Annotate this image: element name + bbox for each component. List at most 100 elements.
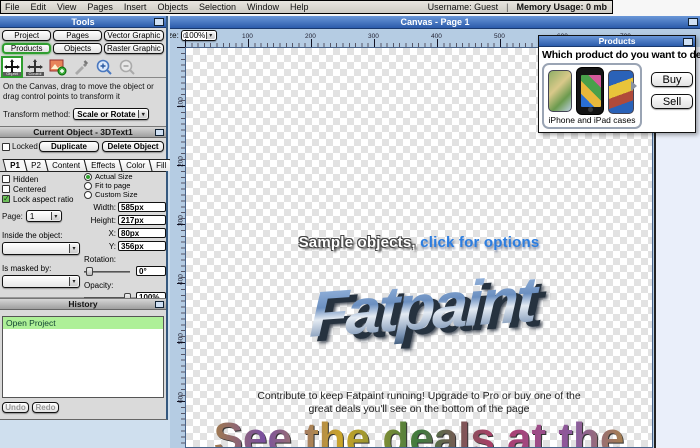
page-label: Page: bbox=[2, 211, 23, 221]
rotation-input[interactable]: 0° bbox=[136, 266, 166, 276]
inside-object-select[interactable]: ▾ bbox=[2, 242, 80, 255]
checkbox-icon bbox=[2, 142, 10, 151]
masked-by-label: Is masked by: bbox=[2, 264, 52, 273]
page-select[interactable]: 1 ▾ bbox=[25, 210, 62, 222]
current-object-title: Current Object - 3DText1 bbox=[33, 127, 133, 137]
next-product-arrow-icon[interactable] bbox=[631, 81, 637, 91]
menu-objects[interactable]: Objects bbox=[157, 2, 188, 12]
menubar: File Edit View Pages Insert Objects Sele… bbox=[0, 0, 613, 14]
canvas-titlebar: Canvas - Page 1 bbox=[170, 16, 700, 29]
products-titlebar: Products bbox=[539, 36, 695, 47]
add-image-icon[interactable] bbox=[49, 58, 67, 76]
fit-to-page-radio[interactable]: Fit to page bbox=[84, 181, 166, 190]
deals-banner-text[interactable]: See the deals at the bbox=[186, 414, 652, 447]
height-input[interactable]: 217px bbox=[118, 215, 166, 225]
history-title: History bbox=[68, 299, 98, 309]
menu-pages[interactable]: Pages bbox=[87, 2, 113, 12]
tools-panel-titlebar: Tools bbox=[0, 16, 166, 28]
centered-checkbox[interactable]: Centered bbox=[2, 184, 82, 194]
project-button[interactable]: Project bbox=[2, 30, 52, 41]
collapse-icon[interactable] bbox=[155, 301, 164, 308]
sample-objects-text[interactable]: Sample objects, click for options bbox=[186, 234, 652, 251]
checkbox-icon bbox=[2, 175, 10, 183]
phone-case-right bbox=[608, 70, 634, 114]
canvas-body: Size: 100% ▾ 0 100 200 300 400 500 600 7… bbox=[170, 29, 700, 448]
y-input[interactable]: 356px bbox=[118, 241, 166, 251]
menu-edit[interactable]: Edit bbox=[31, 2, 47, 12]
rotation-label: Rotation: bbox=[84, 255, 117, 264]
duplicate-button[interactable]: Duplicate bbox=[39, 141, 100, 152]
tab-content[interactable]: Content bbox=[44, 159, 88, 171]
hidden-checkbox[interactable]: Hidden bbox=[2, 174, 82, 184]
delete-object-button[interactable]: Delete Object bbox=[102, 141, 164, 152]
radio-icon bbox=[84, 181, 92, 190]
vector-graphic-button[interactable]: Vector Graphic bbox=[103, 30, 164, 41]
history-item[interactable]: Open Project bbox=[3, 317, 163, 329]
zoom-in-icon[interactable] bbox=[95, 58, 113, 76]
redo-button[interactable]: Redo bbox=[32, 402, 59, 413]
iphone-cases-image bbox=[546, 67, 638, 115]
objects-button[interactable]: Objects bbox=[53, 43, 102, 54]
x-input[interactable]: 80px bbox=[118, 228, 166, 238]
contribute-text: Contribute to keep Fatpaint running! Upg… bbox=[257, 390, 581, 416]
menu-insert[interactable]: Insert bbox=[124, 2, 147, 12]
canvas-window: Canvas - Page 1 Size: 100% ▾ 0 100 200 3… bbox=[170, 16, 700, 448]
collapse-icon[interactable] bbox=[683, 38, 693, 46]
radio-selected-icon bbox=[84, 172, 92, 181]
canvas-title: Canvas - Page 1 bbox=[400, 17, 470, 27]
menubar-separator: | bbox=[506, 2, 509, 12]
transform-method-label: Transform method: bbox=[3, 109, 71, 119]
masked-by-select[interactable]: ▾ bbox=[2, 275, 80, 288]
collapse-icon[interactable] bbox=[155, 129, 164, 136]
lock-aspect-ratio-checkbox[interactable]: Lock aspect ratio bbox=[2, 194, 82, 204]
tab-color[interactable]: Color bbox=[118, 159, 153, 171]
rotation-slider: 0° bbox=[84, 266, 166, 277]
vertical-ruler: 100 200 300 400 500 600 bbox=[170, 47, 185, 448]
product-thumbnail[interactable]: iPhone and iPad cases bbox=[542, 63, 642, 129]
eyedropper-icon[interactable] bbox=[72, 58, 90, 76]
chevron-down-icon: ▾ bbox=[50, 212, 60, 220]
inside-object-label: Inside the object: bbox=[2, 231, 63, 240]
locked-checkbox[interactable]: Locked bbox=[2, 142, 38, 151]
product-label: iPhone and iPad cases bbox=[548, 115, 636, 125]
tools-panel: Tools Project Pages Vector Graphic Produ… bbox=[0, 16, 174, 420]
control-move-icon[interactable]: Control bbox=[26, 58, 44, 76]
tool-help-text: On the Canvas, drag to move the object o… bbox=[3, 82, 154, 101]
tab-effects[interactable]: Effects bbox=[83, 159, 123, 171]
height-label: Height: bbox=[90, 215, 116, 225]
object-move-icon[interactable]: Object bbox=[1, 56, 23, 78]
menu-selection[interactable]: Selection bbox=[199, 2, 236, 12]
buy-button[interactable]: Buy bbox=[651, 72, 693, 87]
width-label: Width: bbox=[93, 202, 116, 212]
collapse-icon[interactable] bbox=[154, 18, 164, 26]
products-title: Products bbox=[598, 36, 636, 46]
undo-button[interactable]: Undo bbox=[2, 402, 29, 413]
menu-file[interactable]: File bbox=[5, 2, 20, 12]
products-palette: Products Which product do you want to de… bbox=[538, 35, 700, 133]
x-label: X: bbox=[108, 228, 116, 238]
chevron-down-icon: ▾ bbox=[69, 277, 78, 286]
menu-help[interactable]: Help bbox=[290, 2, 309, 12]
chevron-down-icon: ▾ bbox=[138, 110, 148, 118]
raster-graphic-button[interactable]: Raster Graphic bbox=[103, 43, 164, 54]
width-input[interactable]: 585px bbox=[118, 202, 166, 212]
current-object-header: Current Object - 3DText1 bbox=[0, 126, 166, 138]
sell-button[interactable]: Sell bbox=[651, 94, 693, 109]
custom-size-radio[interactable]: Custom Size bbox=[84, 190, 166, 199]
slider-thumb[interactable] bbox=[86, 267, 93, 276]
zoom-out-icon[interactable] bbox=[118, 58, 136, 76]
iphone-image bbox=[576, 67, 604, 115]
tools-panel-title: Tools bbox=[71, 16, 95, 27]
checkbox-checked-icon bbox=[2, 194, 10, 203]
collapse-icon[interactable] bbox=[688, 18, 698, 26]
phone-case-left bbox=[548, 70, 572, 112]
opacity-label: Opacity: bbox=[84, 281, 114, 290]
products-button[interactable]: Products bbox=[2, 43, 52, 54]
radio-icon bbox=[84, 190, 92, 199]
menu-window[interactable]: Window bbox=[247, 2, 279, 12]
menu-view[interactable]: View bbox=[57, 2, 76, 12]
memory-usage-label: Memory Usage: 0 mb bbox=[516, 2, 607, 12]
actual-size-radio[interactable]: Actual Size bbox=[84, 172, 166, 181]
pages-button[interactable]: Pages bbox=[53, 30, 102, 41]
transform-method-select[interactable]: Scale or Rotate ▾ bbox=[73, 108, 150, 120]
